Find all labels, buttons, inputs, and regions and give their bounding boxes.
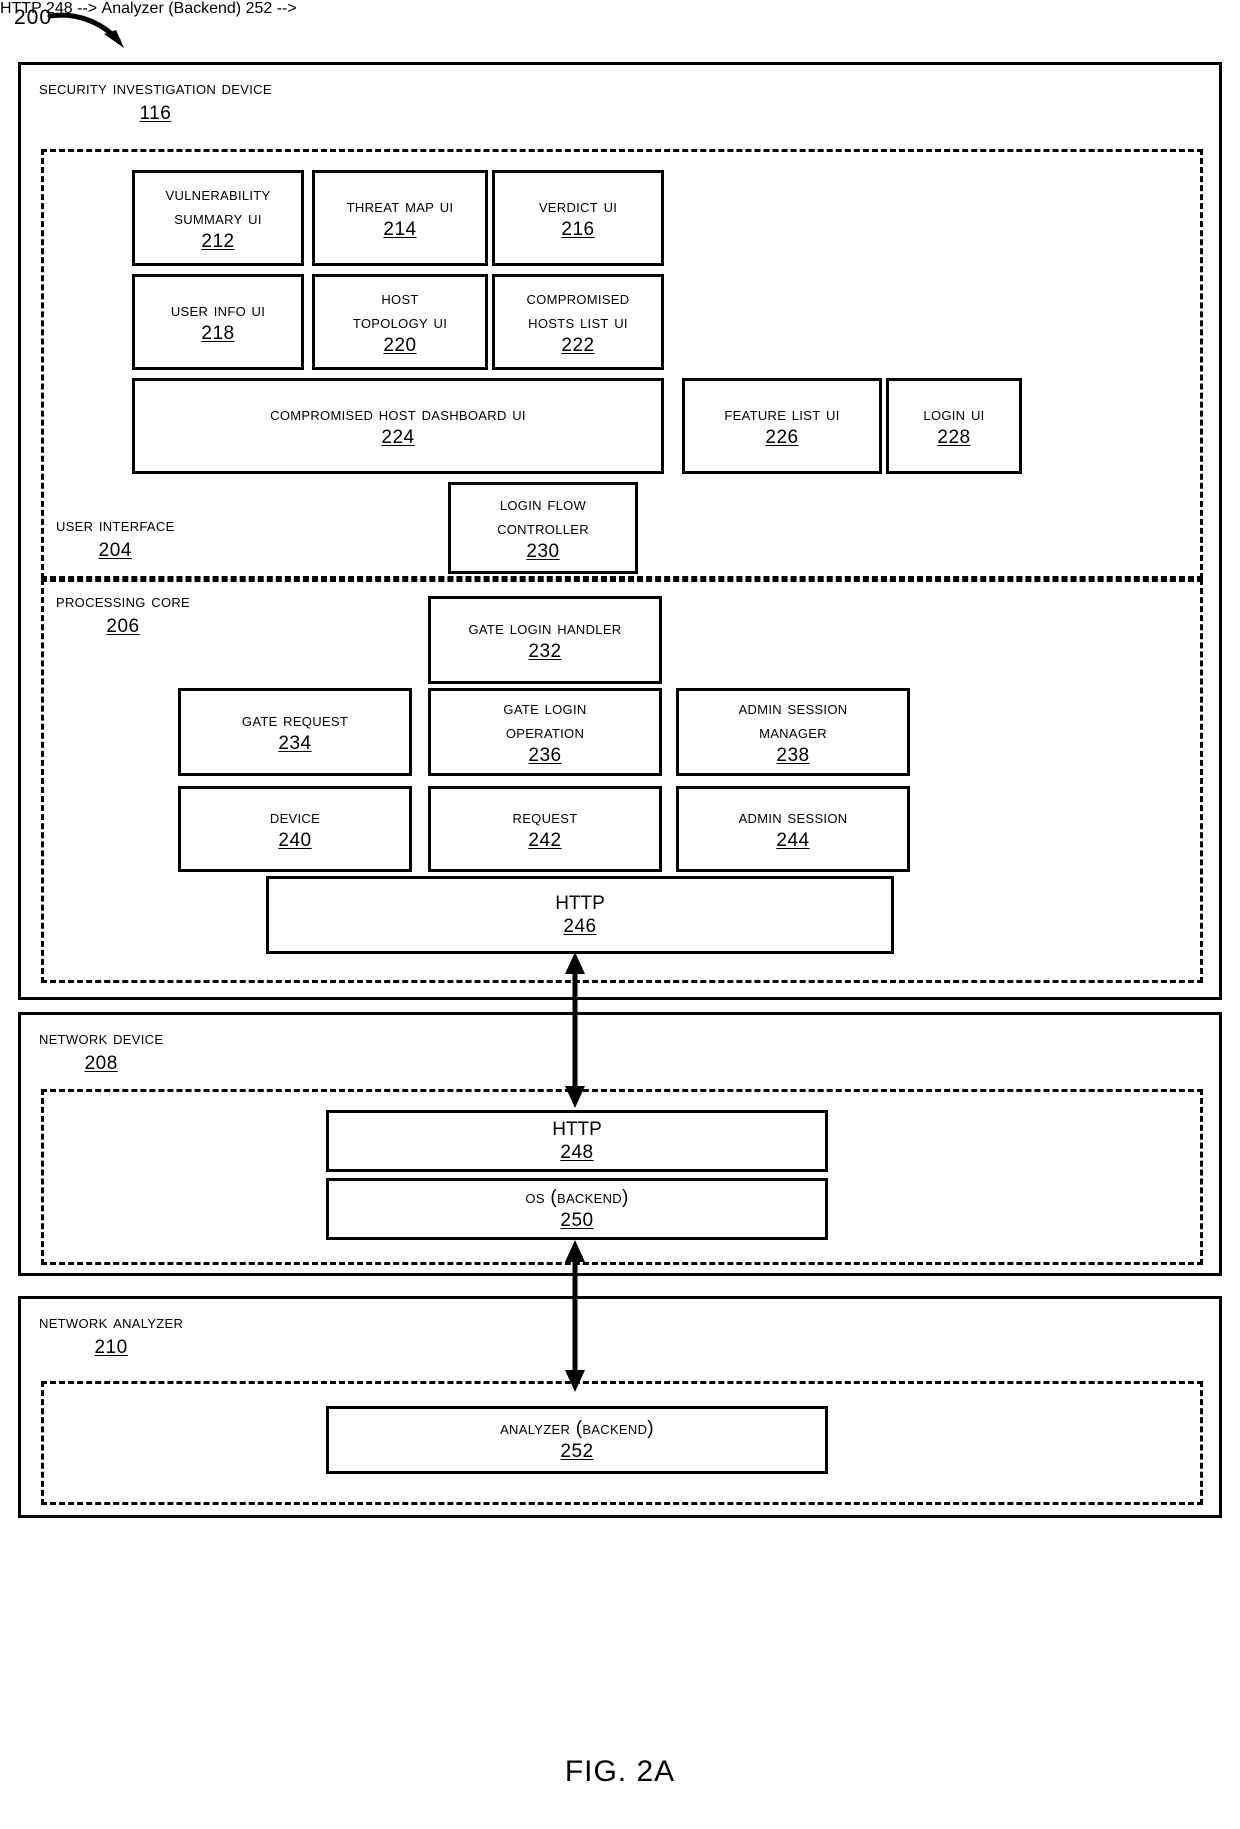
network-analyzer-title-text: Network Analyzer <box>39 1312 184 1333</box>
security-investigation-device-title-text: Security Investigation Device <box>39 78 272 99</box>
compromised-hosts-list-ui-box[interactable]: Compromised Hosts List UI 222 <box>492 274 664 370</box>
login-ui-ref: 228 <box>937 427 971 449</box>
network-analyzer-title: Network Analyzer 210 <box>39 1311 183 1360</box>
http-248-ref: 248 <box>560 1142 594 1164</box>
feature-list-ui-box[interactable]: Feature List UI 226 <box>682 378 882 474</box>
processing-core-ref: 206 <box>106 615 140 637</box>
compromised-hosts-list-ui-label: Compromised Hosts List UI <box>526 288 630 333</box>
processing-core-label-text: Processing Core <box>56 591 191 612</box>
network-device-container: Network Device 208 HTTP 248 OS (Backend)… <box>18 1012 1222 1276</box>
user-interface-label: User Interface 204 <box>56 514 175 563</box>
verdict-ui-ref: 216 <box>561 219 595 241</box>
network-device-title-text: Network Device <box>39 1028 164 1049</box>
user-interface-label-text: User Interface <box>56 515 175 536</box>
security-investigation-device-ref: 116 <box>139 103 172 125</box>
processing-core-label: Processing Core 206 <box>56 590 190 639</box>
figure-lead-arrow-icon <box>47 12 124 48</box>
network-analyzer-region: Analyzer (Backend) 252 <box>41 1381 1203 1505</box>
admin-session-manager-label: Admin Session Manager <box>738 698 848 743</box>
security-investigation-device-title: Security Investigation Device 116 <box>39 77 272 126</box>
gate-request-label: Gate Request <box>241 709 349 731</box>
processing-core-region: Processing Core 206 Gate Login Handler 2… <box>41 579 1203 983</box>
analyzer-backend-label: Analyzer (Backend) <box>500 1417 654 1439</box>
gate-login-operation-box[interactable]: Gate Login Operation 236 <box>428 688 662 776</box>
feature-list-ui-ref: 226 <box>765 427 799 449</box>
gate-login-handler-label: Gate Login Handler <box>468 617 622 639</box>
user-info-ui-ref: 218 <box>201 323 235 345</box>
host-topology-ui-ref: 220 <box>383 334 417 356</box>
compromised-host-dashboard-ui-label: Compromised Host Dashboard UI <box>270 403 526 425</box>
device-ref: 240 <box>278 830 312 852</box>
device-box[interactable]: Device 240 <box>178 786 412 872</box>
network-device-ref: 208 <box>84 1053 118 1075</box>
http-246-box[interactable]: HTTP 246 <box>266 876 894 954</box>
vulnerability-summary-ui-label: Vulnerability Summary UI <box>165 184 271 229</box>
compromised-host-dashboard-ui-box[interactable]: Compromised Host Dashboard UI 224 <box>132 378 664 474</box>
host-topology-ui-label: Host Topology UI <box>352 288 448 333</box>
admin-session-manager-ref: 238 <box>776 744 810 766</box>
admin-session-manager-box[interactable]: Admin Session Manager 238 <box>676 688 910 776</box>
network-device-title: Network Device 208 <box>39 1027 163 1076</box>
login-ui-box[interactable]: Login UI 228 <box>886 378 1022 474</box>
login-flow-controller-label: Login Flow Controller <box>497 494 589 539</box>
compromised-host-dashboard-ui-ref: 224 <box>381 427 415 449</box>
gate-login-handler-ref: 232 <box>528 641 562 663</box>
gate-login-operation-ref: 236 <box>528 744 562 766</box>
connector-http246-http248-arrow-icon <box>565 952 585 1108</box>
network-analyzer-ref: 210 <box>94 1337 128 1359</box>
request-label: Request <box>512 806 578 828</box>
http-246-ref: 246 <box>563 916 597 938</box>
figure-caption: FIG. 2A <box>564 1755 676 1788</box>
vulnerability-summary-ui-box[interactable]: Vulnerability Summary UI 212 <box>132 170 304 266</box>
user-interface-region: User Interface 204 Vulnerability Summary… <box>41 149 1203 579</box>
security-investigation-device-container: Security Investigation Device 116 User I… <box>18 62 1222 1000</box>
network-analyzer-container: Network Analyzer 210 Analyzer (Backend) … <box>18 1296 1222 1518</box>
feature-list-ui-label: Feature List UI <box>724 403 840 425</box>
os-backend-label: OS (Backend) <box>525 1186 629 1208</box>
threat-map-ui-ref: 214 <box>383 219 417 241</box>
device-label: Device <box>269 806 321 828</box>
threat-map-ui-label: Threat Map UI <box>346 195 454 217</box>
login-ui-label: Login UI <box>923 403 985 425</box>
user-info-ui-box[interactable]: User Info UI 218 <box>132 274 304 370</box>
verdict-ui-box[interactable]: Verdict UI 216 <box>492 170 664 266</box>
gate-login-handler-box[interactable]: Gate Login Handler 232 <box>428 596 662 684</box>
admin-session-box[interactable]: Admin Session 244 <box>676 786 910 872</box>
os-backend-ref: 250 <box>560 1210 594 1232</box>
connector-os250-analyzer252-arrow-icon <box>565 1240 585 1392</box>
gate-request-box[interactable]: Gate Request 234 <box>178 688 412 776</box>
compromised-hosts-list-ui-ref: 222 <box>561 334 595 356</box>
admin-session-ref: 244 <box>776 830 810 852</box>
request-ref: 242 <box>528 830 562 852</box>
gate-login-operation-label: Gate Login Operation <box>503 698 587 743</box>
verdict-ui-label: Verdict UI <box>538 195 618 217</box>
login-flow-controller-box[interactable]: Login Flow Controller 230 <box>448 482 638 574</box>
http-248-label: HTTP <box>552 1118 602 1140</box>
host-topology-ui-box[interactable]: Host Topology UI 220 <box>312 274 488 370</box>
login-flow-controller-ref: 230 <box>526 540 560 562</box>
threat-map-ui-box[interactable]: Threat Map UI 214 <box>312 170 488 266</box>
vulnerability-summary-ui-ref: 212 <box>201 230 235 252</box>
os-backend-box[interactable]: OS (Backend) 250 <box>326 1178 828 1240</box>
gate-request-ref: 234 <box>278 733 312 755</box>
network-device-region: HTTP 248 OS (Backend) 250 <box>41 1089 1203 1265</box>
user-info-ui-label: User Info UI <box>170 299 266 321</box>
http-246-label: HTTP <box>555 892 605 914</box>
figure-2a-page: 200 Security Investigation Device 116 Us… <box>0 0 1240 1829</box>
user-interface-ref: 204 <box>98 539 132 561</box>
http-248-box[interactable]: HTTP 248 <box>326 1110 828 1172</box>
analyzer-backend-ref: 252 <box>560 1441 594 1463</box>
request-box[interactable]: Request 242 <box>428 786 662 872</box>
admin-session-label: Admin Session <box>738 806 848 828</box>
analyzer-backend-box[interactable]: Analyzer (Backend) 252 <box>326 1406 828 1474</box>
